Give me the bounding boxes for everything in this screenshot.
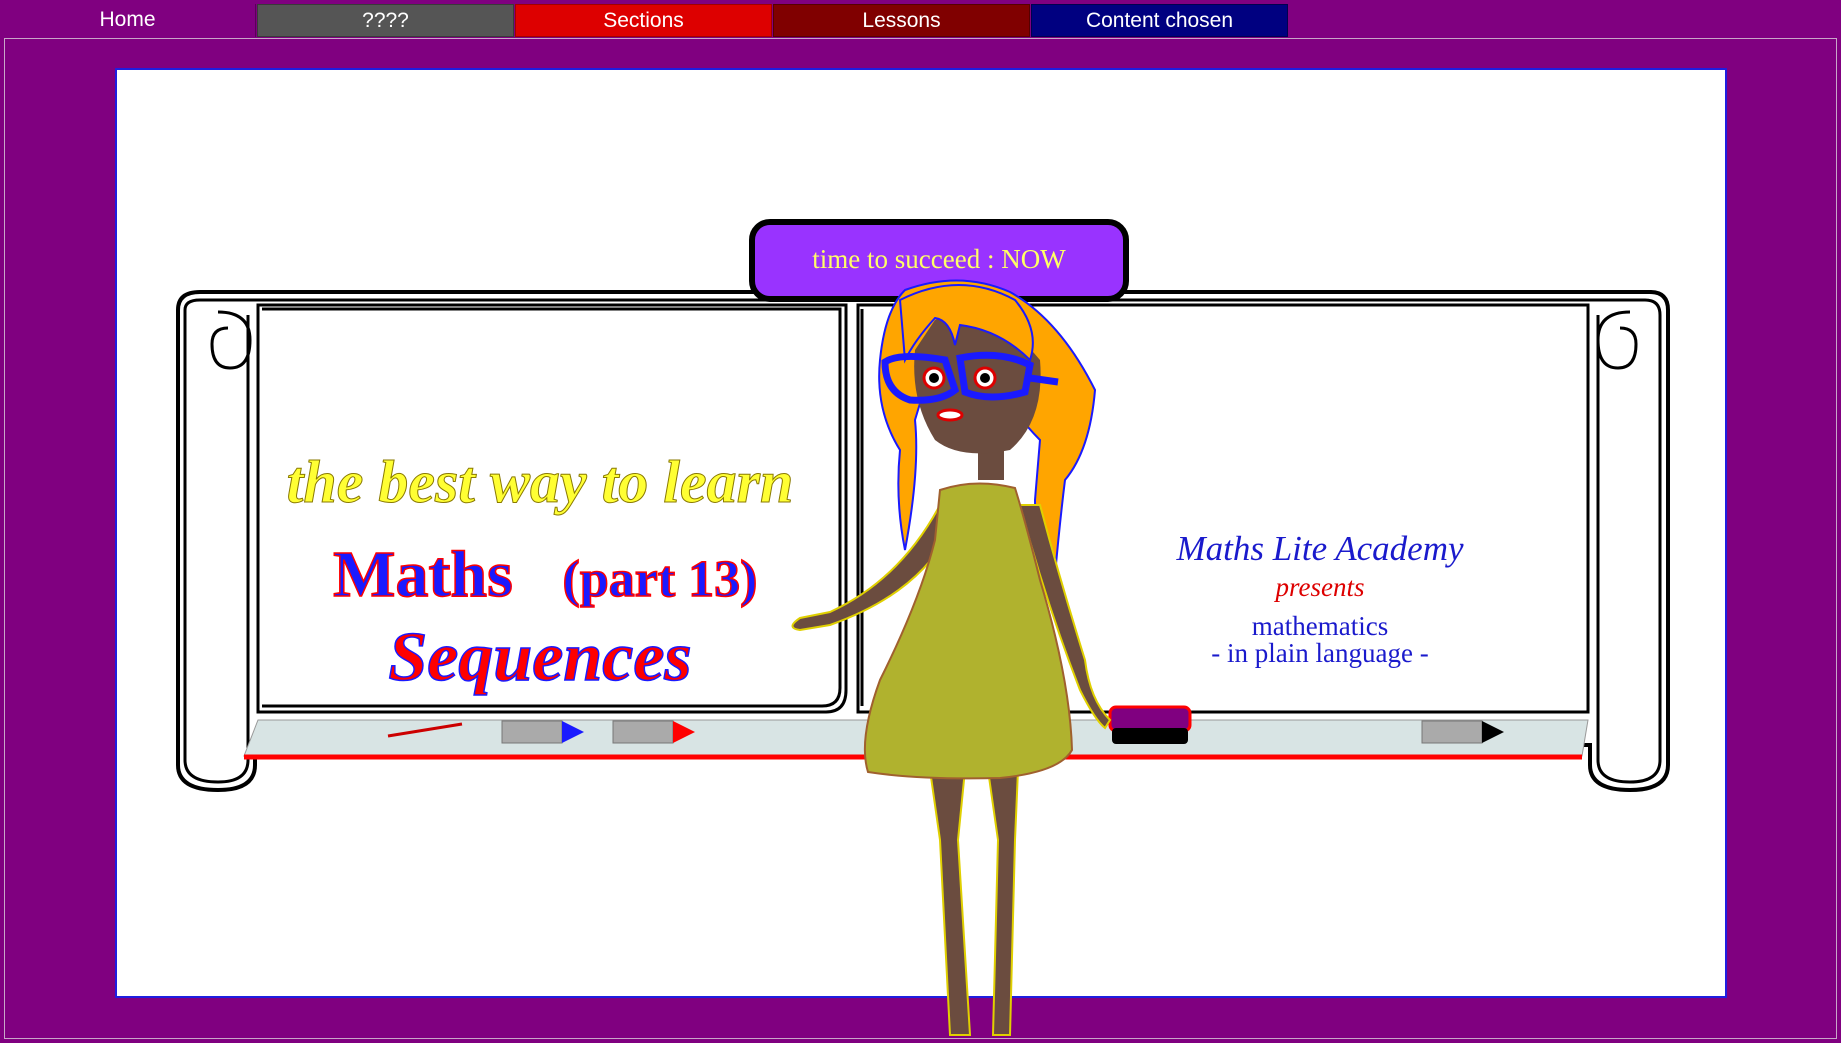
presents-text: presents	[1274, 572, 1365, 602]
subject-text: Maths	[333, 538, 513, 611]
classroom-scene: time to succeed : NOW the best way to le…	[176, 219, 1670, 1036]
banner-text: time to succeed : NOW	[812, 244, 1066, 274]
part-text: (part 13)	[563, 551, 758, 608]
academy-name: Maths Lite Academy	[1175, 529, 1464, 568]
tagline-text: the best way to learn	[287, 449, 794, 515]
plain-language-text: - in plain language -	[1211, 638, 1428, 668]
topic-text: Sequences	[388, 619, 691, 696]
eraser-icon	[1108, 705, 1192, 744]
mathematics-text: mathematics	[1252, 611, 1388, 641]
